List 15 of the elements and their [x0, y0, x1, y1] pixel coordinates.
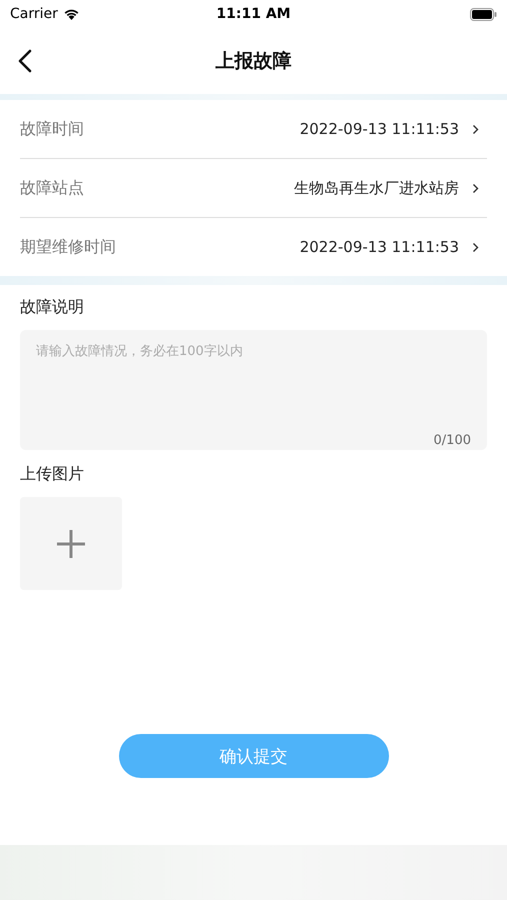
carrier-label: Carrier	[10, 6, 58, 22]
status-time: 11:11 AM	[216, 6, 291, 22]
form-row[interactable]: 故障时间 2022-09-13 11:11:53	[20, 100, 487, 159]
section-label: 故障说明	[20, 297, 85, 318]
battery-icon	[470, 8, 497, 20]
form-row[interactable]: 期望维修时间 2022-09-13 11:11:53	[20, 218, 487, 276]
plus-icon	[56, 528, 86, 558]
chevron-right-icon	[472, 124, 479, 134]
form-row[interactable]: 故障站点 生物岛再生水厂进水站房	[20, 159, 487, 218]
wifi-icon	[62, 8, 80, 20]
character-count: 0/100	[434, 433, 471, 448]
section-label: 上传图片	[20, 464, 85, 485]
chevron-right-icon	[472, 242, 479, 252]
page-title: 上报故障	[216, 49, 292, 74]
chevron-right-icon	[472, 182, 479, 194]
